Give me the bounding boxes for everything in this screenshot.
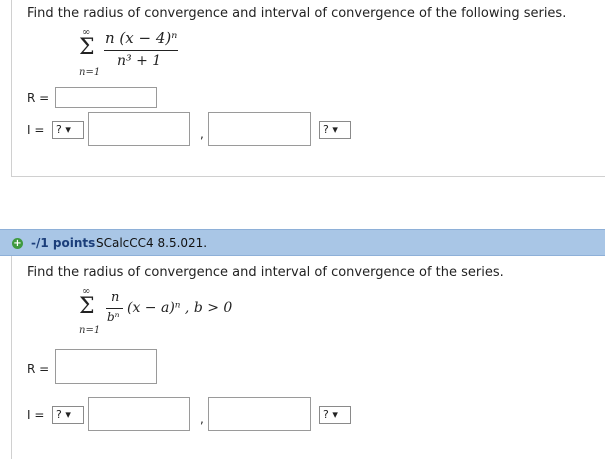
panel-1-left-border — [11, 0, 12, 177]
question-2-code: SCalcCC4 8.5.021. — [96, 236, 208, 250]
interval-label-2: I = — [27, 408, 45, 422]
panel-2-left-border — [11, 256, 12, 459]
interval-comma-2: , — [200, 412, 204, 426]
panel-1-bottom-border — [11, 176, 605, 177]
series-1-numerator: n (x − 4)ⁿ — [105, 29, 178, 47]
series-1-fraction-bar — [104, 50, 178, 51]
series-2-denominator: bⁿ — [107, 310, 120, 324]
radius-label-2: R = — [27, 362, 50, 376]
series-1-lower-limit: n=1 — [79, 67, 101, 78]
series-1-denominator: n³ + 1 — [117, 53, 162, 69]
interval-label: I = — [27, 123, 45, 137]
series-2-lower-limit: n=1 — [79, 325, 101, 336]
radius-input[interactable] — [55, 87, 157, 108]
interval-comma: , — [200, 127, 204, 141]
series-2-sum-symbol: Σ — [79, 294, 95, 319]
left-bracket-select-2[interactable]: ? ▾ — [52, 406, 84, 424]
series-2-tail: (x − a)ⁿ , b > 0 — [127, 300, 233, 316]
series-2-numerator: n — [111, 290, 120, 305]
radius-label: R = — [27, 91, 50, 105]
interval-left-endpoint-input-2[interactable] — [88, 397, 190, 431]
interval-left-endpoint-input[interactable] — [88, 112, 190, 146]
left-bracket-select[interactable]: ? ▾ — [52, 121, 84, 139]
question-2-prompt: Find the radius of convergence and inter… — [27, 265, 504, 280]
question-2-points: -/1 points — [31, 236, 96, 250]
series-1-sum-symbol: Σ — [79, 35, 95, 60]
radius-input-2[interactable] — [55, 349, 157, 384]
interval-right-endpoint-input-2[interactable] — [208, 397, 311, 431]
series-2-fraction-bar — [106, 308, 123, 309]
plus-icon[interactable]: + — [12, 238, 23, 249]
right-bracket-select[interactable]: ? ▾ — [319, 121, 351, 139]
interval-right-endpoint-input[interactable] — [208, 112, 311, 146]
question-1-prompt: Find the radius of convergence and inter… — [27, 6, 567, 21]
right-bracket-select-2[interactable]: ? ▾ — [319, 406, 351, 424]
question-2-header: + -/1 points SCalcCC4 8.5.021. — [0, 229, 605, 256]
